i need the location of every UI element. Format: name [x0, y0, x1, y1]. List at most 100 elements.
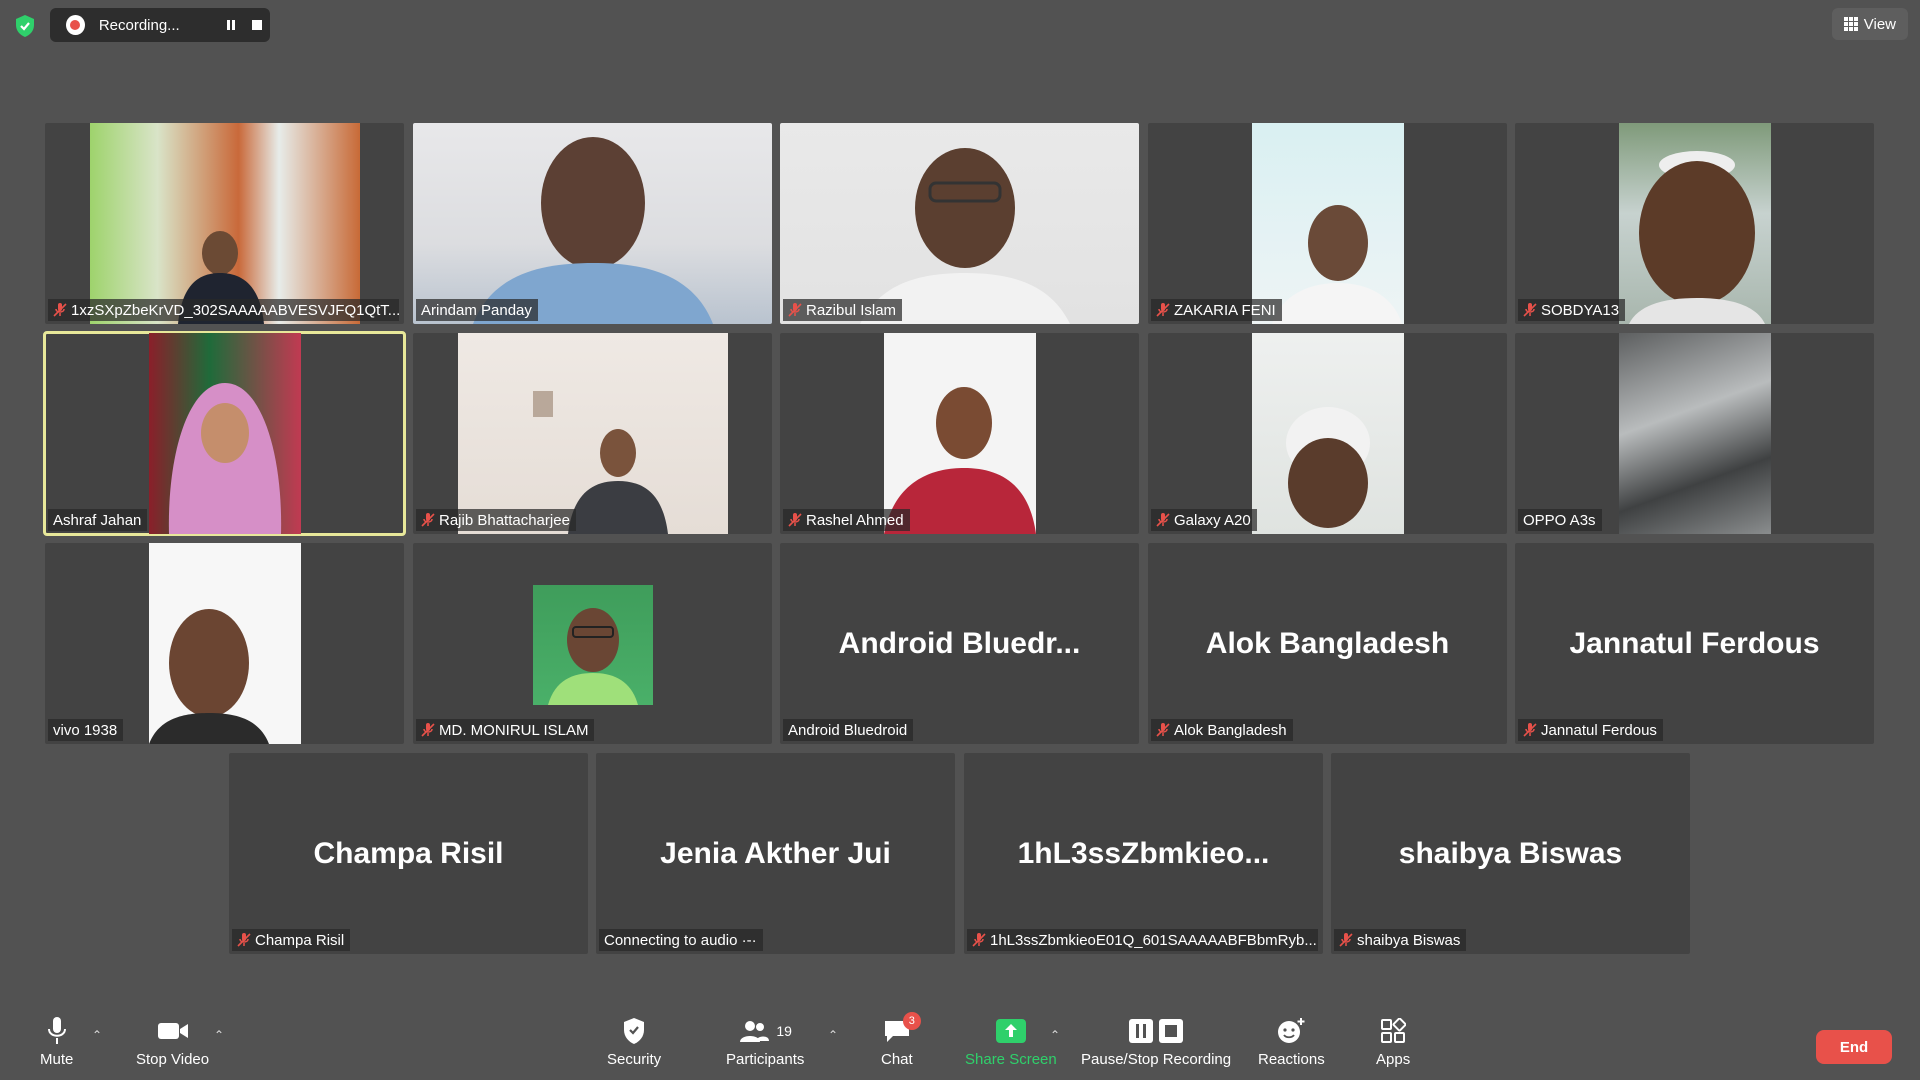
apps-icon — [1380, 1014, 1407, 1048]
video-tile[interactable]: OPPO A3s — [1515, 333, 1874, 534]
view-button[interactable]: View — [1831, 8, 1908, 40]
participant-name: Galaxy A20 — [1174, 511, 1251, 529]
muted-mic-icon — [972, 933, 986, 947]
participant-display-name: 1hL3ssZbmkieo... — [1017, 836, 1270, 870]
participant-name: Rashel Ahmed — [806, 511, 904, 529]
video-tile[interactable]: Champa Risil Champa Risil — [229, 753, 588, 954]
muted-mic-icon — [421, 723, 435, 737]
video-tile[interactable]: vivo 1938 — [45, 543, 404, 744]
recording-indicator: Recording... — [50, 8, 270, 42]
mute-label: Mute — [40, 1051, 74, 1068]
participant-video — [1619, 123, 1771, 324]
apps-label: Apps — [1376, 1051, 1411, 1068]
chat-button[interactable]: 3 Chat — [881, 1012, 921, 1068]
muted-mic-icon — [1339, 933, 1353, 947]
apps-button[interactable]: Apps — [1376, 1014, 1410, 1068]
video-tile-active-speaker[interactable]: Ashraf Jahan — [43, 331, 406, 536]
chat-label: Chat — [881, 1051, 913, 1068]
video-tile[interactable]: ZAKARIA FENI — [1148, 123, 1507, 324]
participant-name: 1xzSXpZbeKrVD_302SAAAAABVESVJFQ1QtT... — [71, 301, 399, 319]
video-tile[interactable]: 1xzSXpZbeKrVD_302SAAAAABVESVJFQ1QtT... — [45, 123, 404, 324]
participant-name: Arindam Panday — [421, 301, 532, 319]
participant-profile-picture — [533, 585, 653, 705]
participants-icon: 19 — [738, 1014, 792, 1048]
video-tile[interactable]: Razibul Islam — [780, 123, 1139, 324]
participant-name-tag: Ashraf Jahan — [48, 509, 148, 531]
participant-name-tag: 1hL3ssZbmkieoE01Q_601SAAAAABFBbmRyb... — [967, 929, 1318, 951]
stop-video-label: Stop Video — [136, 1051, 210, 1068]
participant-name-tag: Rajib Bhattacharjee — [416, 509, 576, 531]
participant-name: 1hL3ssZbmkieoE01Q_601SAAAAABFBbmRyb... — [990, 931, 1317, 949]
participant-name-tag: Razibul Islam — [783, 299, 903, 321]
video-tile[interactable]: shaibya Biswas shaibya Biswas — [1331, 753, 1690, 954]
participant-name: Alok Bangladesh — [1174, 721, 1287, 739]
video-tile[interactable]: SOBDYA13 — [1515, 123, 1874, 324]
video-tile[interactable]: Galaxy A20 — [1148, 333, 1507, 534]
participants-options-caret-icon[interactable]: ⌃ — [828, 1028, 838, 1042]
pause-icon — [226, 20, 235, 30]
stop-recording-button[interactable] — [244, 11, 270, 39]
participant-name-tag: Connecting to audio ·-· — [599, 929, 763, 951]
participant-name-tag: SOBDYA13 — [1518, 299, 1626, 321]
participant-video — [1252, 123, 1404, 324]
end-meeting-button[interactable]: End — [1816, 1030, 1892, 1064]
participants-count: 19 — [776, 1023, 792, 1039]
video-tile[interactable]: Android Bluedr... Android Bluedroid — [780, 543, 1139, 744]
stop-icon — [251, 20, 262, 30]
muted-mic-icon — [1156, 303, 1170, 317]
video-tile[interactable]: Alok Bangladesh Alok Bangladesh — [1148, 543, 1507, 744]
reactions-button[interactable]: Reactions — [1258, 1014, 1325, 1068]
connecting-audio-status: Connecting to audio ·-· — [604, 931, 757, 949]
participant-video — [1252, 333, 1404, 534]
muted-mic-icon — [1156, 513, 1170, 527]
view-label: View — [1863, 15, 1896, 33]
security-button[interactable]: Security — [607, 1014, 661, 1068]
stop-video-button[interactable]: Stop Video — [136, 1014, 209, 1068]
mute-button[interactable]: Mute — [40, 1014, 73, 1068]
reactions-smiley-icon — [1276, 1014, 1306, 1048]
share-screen-icon — [995, 1014, 1027, 1048]
video-tile[interactable]: 1hL3ssZbmkieo... 1hL3ssZbmkieoE01Q_601SA… — [964, 753, 1323, 954]
participant-video — [413, 123, 772, 324]
share-options-caret-icon[interactable]: ⌃ — [1050, 1028, 1060, 1042]
video-camera-icon — [157, 1014, 189, 1048]
recording-label: Recording... — [98, 16, 180, 34]
audio-options-caret-icon[interactable]: ⌃ — [92, 1028, 102, 1042]
reactions-label: Reactions — [1258, 1051, 1325, 1068]
participant-name: SOBDYA13 — [1541, 301, 1620, 319]
participant-name-tag: Jannatul Ferdous — [1518, 719, 1663, 741]
pause-recording-button[interactable] — [217, 11, 243, 39]
pause-stop-recording-icon — [1128, 1014, 1184, 1048]
participant-video — [780, 123, 1139, 324]
share-screen-button[interactable]: Share Screen — [965, 1014, 1057, 1068]
security-shield-icon — [622, 1014, 646, 1048]
security-label: Security — [607, 1051, 662, 1068]
video-tile[interactable]: Jannatul Ferdous Jannatul Ferdous — [1515, 543, 1874, 744]
participant-video — [884, 333, 1036, 534]
participant-name-tag: 1xzSXpZbeKrVD_302SAAAAABVESVJFQ1QtT... — [48, 299, 399, 321]
video-tile[interactable]: MD. MONIRUL ISLAM — [413, 543, 772, 744]
video-options-caret-icon[interactable]: ⌃ — [214, 1028, 224, 1042]
participant-name-tag: shaibya Biswas — [1334, 929, 1467, 951]
share-screen-label: Share Screen — [965, 1051, 1057, 1068]
participant-display-name: shaibya Biswas — [1398, 836, 1623, 870]
pause-stop-recording-button[interactable]: Pause/Stop Recording — [1081, 1014, 1231, 1068]
participant-name-tag: vivo 1938 — [48, 719, 124, 741]
muted-mic-icon — [788, 303, 802, 317]
participant-name: vivo 1938 — [53, 721, 118, 739]
video-tile[interactable]: Jenia Akther Jui Connecting to audio ·-· — [596, 753, 955, 954]
video-tile[interactable]: Arindam Panday — [413, 123, 772, 324]
participant-name: Champa Risil — [255, 931, 345, 949]
participant-display-name: Champa Risil — [313, 836, 504, 870]
encryption-shield-icon[interactable] — [10, 11, 40, 41]
participant-name-tag: Arindam Panday — [416, 299, 538, 321]
participant-name-tag: ZAKARIA FENI — [1151, 299, 1282, 321]
muted-mic-icon — [421, 513, 435, 527]
participants-button[interactable]: 19 Participants — [726, 1014, 804, 1068]
video-tile[interactable]: Rashel Ahmed — [780, 333, 1139, 534]
meeting-top-bar: Recording... View — [0, 0, 1920, 50]
participant-video — [90, 123, 360, 324]
participant-name: OPPO A3s — [1523, 511, 1596, 529]
microphone-icon — [46, 1014, 68, 1048]
video-tile[interactable]: Rajib Bhattacharjee — [413, 333, 772, 534]
